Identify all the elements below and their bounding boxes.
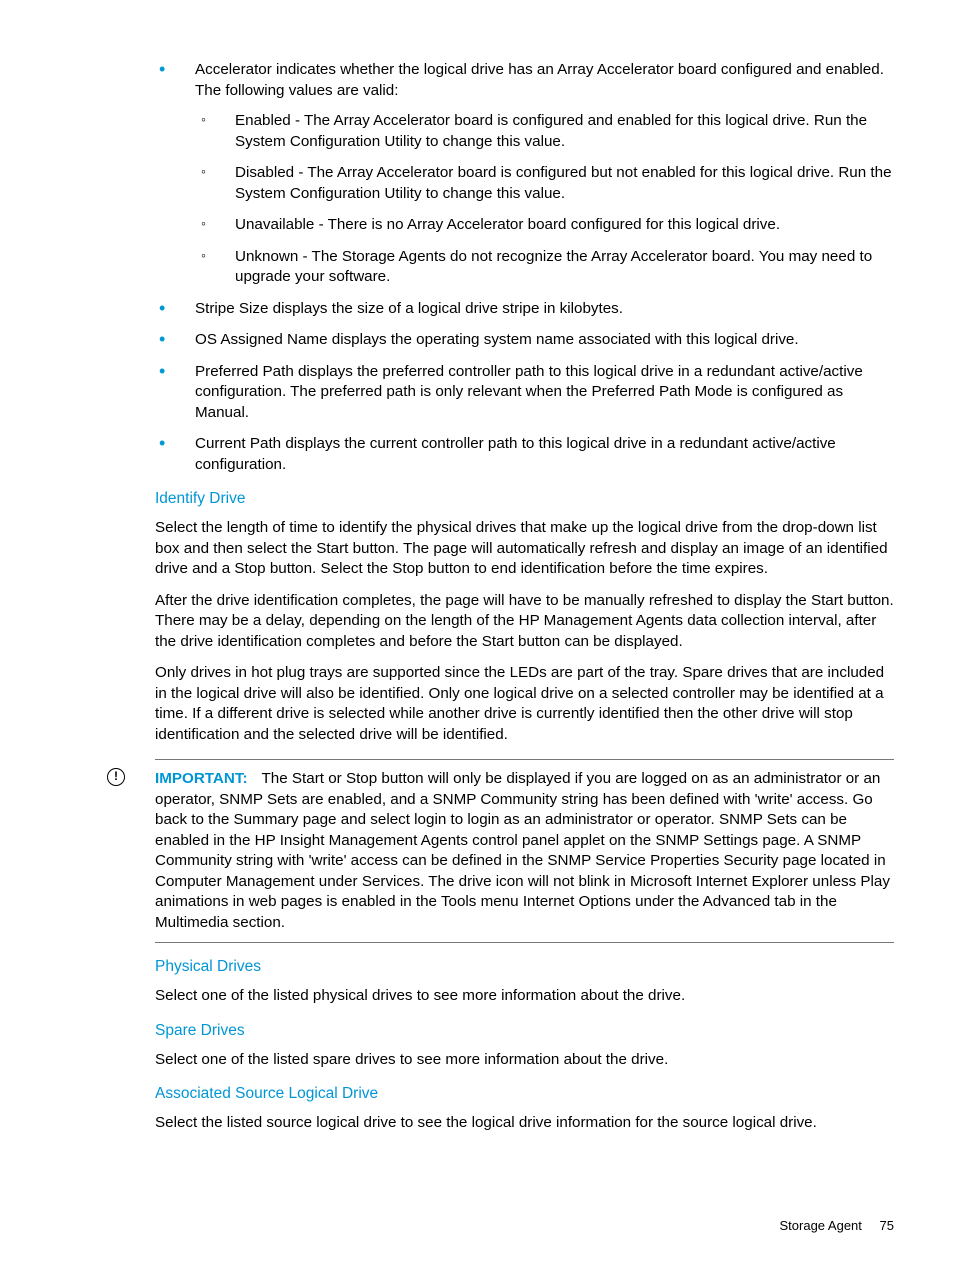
list-item: Accelerator indicates whether the logica… bbox=[155, 60, 894, 288]
page-content: Accelerator indicates whether the logica… bbox=[155, 60, 894, 1134]
list-item-text: Current Path displays the current contro… bbox=[195, 435, 836, 473]
heading-physical-drives: Physical Drives bbox=[155, 957, 894, 978]
paragraph: Only drives in hot plug trays are suppor… bbox=[155, 663, 894, 745]
list-item-text: Disabled - The Array Accelerator board i… bbox=[235, 164, 892, 202]
list-item: Unavailable - There is no Array Accelera… bbox=[195, 215, 894, 236]
footer-page-number: 75 bbox=[880, 1218, 894, 1233]
footer-section: Storage Agent bbox=[780, 1218, 862, 1233]
important-text: The Start or Stop button will only be di… bbox=[155, 770, 890, 931]
list-item: Stripe Size displays the size of a logic… bbox=[155, 299, 894, 320]
important-callout: ! IMPORTANT:The Start or Stop button wil… bbox=[155, 759, 894, 943]
list-item: OS Assigned Name displays the operating … bbox=[155, 330, 894, 351]
list-item-text: Stripe Size displays the size of a logic… bbox=[195, 300, 623, 317]
list-item: Preferred Path displays the preferred co… bbox=[155, 362, 894, 424]
paragraph: Select one of the listed spare drives to… bbox=[155, 1050, 894, 1071]
document-page: Accelerator indicates whether the logica… bbox=[0, 0, 954, 1271]
heading-spare-drives: Spare Drives bbox=[155, 1021, 894, 1042]
list-item-text: Unknown - The Storage Agents do not reco… bbox=[235, 248, 872, 286]
paragraph: Select one of the listed physical drives… bbox=[155, 986, 894, 1007]
important-icon: ! bbox=[107, 768, 125, 786]
page-footer: Storage Agent 75 bbox=[780, 1217, 895, 1235]
paragraph: Select the listed source logical drive t… bbox=[155, 1113, 894, 1134]
bullet-list-level1: Accelerator indicates whether the logica… bbox=[155, 60, 894, 475]
list-item-text: OS Assigned Name displays the operating … bbox=[195, 331, 799, 348]
list-item-text: Enabled - The Array Accelerator board is… bbox=[235, 112, 867, 150]
list-item-text: Unavailable - There is no Array Accelera… bbox=[235, 216, 780, 233]
heading-associated-source: Associated Source Logical Drive bbox=[155, 1084, 894, 1105]
list-item: Current Path displays the current contro… bbox=[155, 434, 894, 475]
heading-identify-drive: Identify Drive bbox=[155, 489, 894, 510]
list-item: Disabled - The Array Accelerator board i… bbox=[195, 163, 894, 204]
bullet-list-level2: Enabled - The Array Accelerator board is… bbox=[195, 111, 894, 288]
list-item: Unknown - The Storage Agents do not reco… bbox=[195, 247, 894, 288]
paragraph: Select the length of time to identify th… bbox=[155, 518, 894, 580]
list-item: Enabled - The Array Accelerator board is… bbox=[195, 111, 894, 152]
paragraph: After the drive identification completes… bbox=[155, 591, 894, 653]
important-label: IMPORTANT: bbox=[155, 770, 248, 787]
list-item-text: Accelerator indicates whether the logica… bbox=[195, 61, 884, 99]
list-item-text: Preferred Path displays the preferred co… bbox=[195, 363, 863, 421]
